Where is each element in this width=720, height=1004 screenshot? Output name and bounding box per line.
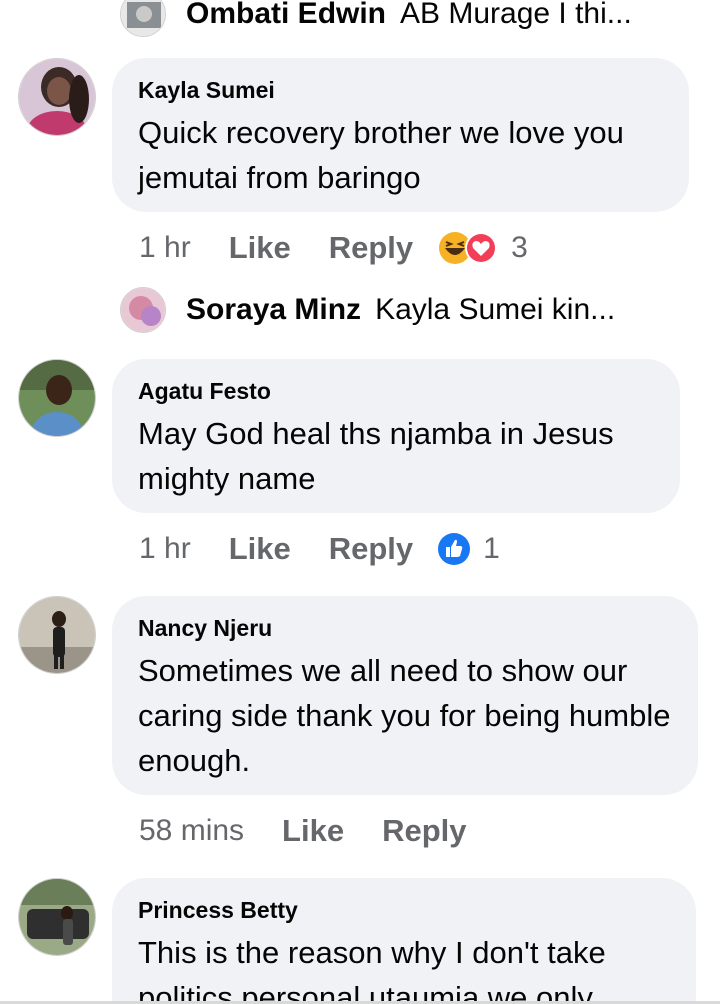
comment-actions: 1 hr Like Reply 3 xyxy=(139,226,528,270)
comment-text: Quick recovery brother we love you jemut… xyxy=(138,115,624,195)
avatar[interactable] xyxy=(18,359,96,437)
comment-author[interactable]: Agatu Festo xyxy=(138,375,654,407)
comment-bubble: Agatu Festo May God heal ths njamba in J… xyxy=(112,359,680,513)
avatar[interactable] xyxy=(120,0,166,37)
reaction-summary[interactable]: 1 xyxy=(437,532,500,566)
comment-bubble: Nancy Njeru Sometimes we all need to sho… xyxy=(112,596,698,795)
reply-author-name[interactable]: Ombati Edwin xyxy=(186,0,386,31)
comment-time[interactable]: 1 hr xyxy=(139,231,191,265)
comment-time[interactable]: 58 mins xyxy=(139,814,244,848)
comment-author[interactable]: Nancy Njeru xyxy=(138,612,672,644)
comment-author[interactable]: Princess Betty xyxy=(138,894,670,926)
like-icon xyxy=(438,533,471,565)
reply-button[interactable]: Reply xyxy=(382,813,466,849)
reaction-summary[interactable]: 3 xyxy=(437,230,528,266)
comment-bubble: Princess Betty This is the reason why I … xyxy=(112,878,696,1004)
comment-text: May God heal ths njamba in Jesus mighty … xyxy=(138,416,614,496)
haha-icon xyxy=(439,232,498,264)
comment-actions: 1 hr Like Reply 1 xyxy=(139,527,500,571)
comment-actions: 58 mins Like Reply xyxy=(139,809,467,853)
comment-text: This is the reason why I don't take poli… xyxy=(138,935,606,1004)
reaction-count: 1 xyxy=(483,532,500,565)
avatar[interactable] xyxy=(18,878,96,956)
like-button[interactable]: Like xyxy=(229,230,291,266)
reply-preview-row[interactable]: Soraya Minz Kayla Sumei kin... xyxy=(120,286,615,334)
comments-page: Ombati Edwin AB Murage I thi... Kayla Su… xyxy=(0,0,720,1004)
like-button[interactable]: Like xyxy=(282,813,344,849)
reply-button[interactable]: Reply xyxy=(329,230,413,266)
avatar[interactable] xyxy=(18,596,96,674)
reply-preview-row[interactable]: Ombati Edwin AB Murage I thi... xyxy=(120,0,632,38)
avatar[interactable] xyxy=(18,58,96,136)
avatar[interactable] xyxy=(120,287,166,333)
comment-text: Sometimes we all need to show our caring… xyxy=(138,653,671,778)
comment-time[interactable]: 1 hr xyxy=(139,532,191,566)
reply-button[interactable]: Reply xyxy=(329,531,413,567)
love-icon xyxy=(465,232,498,264)
reply-author-name[interactable]: Soraya Minz xyxy=(186,293,361,327)
reply-preview-text: Kayla Sumei kin... xyxy=(375,293,616,326)
reply-preview-text: AB Murage I thi... xyxy=(400,0,632,30)
comment-bubble: Kayla Sumei Quick recovery brother we lo… xyxy=(112,58,689,212)
like-button[interactable]: Like xyxy=(229,531,291,567)
comment-author[interactable]: Kayla Sumei xyxy=(138,74,663,106)
reaction-count: 3 xyxy=(511,231,528,264)
